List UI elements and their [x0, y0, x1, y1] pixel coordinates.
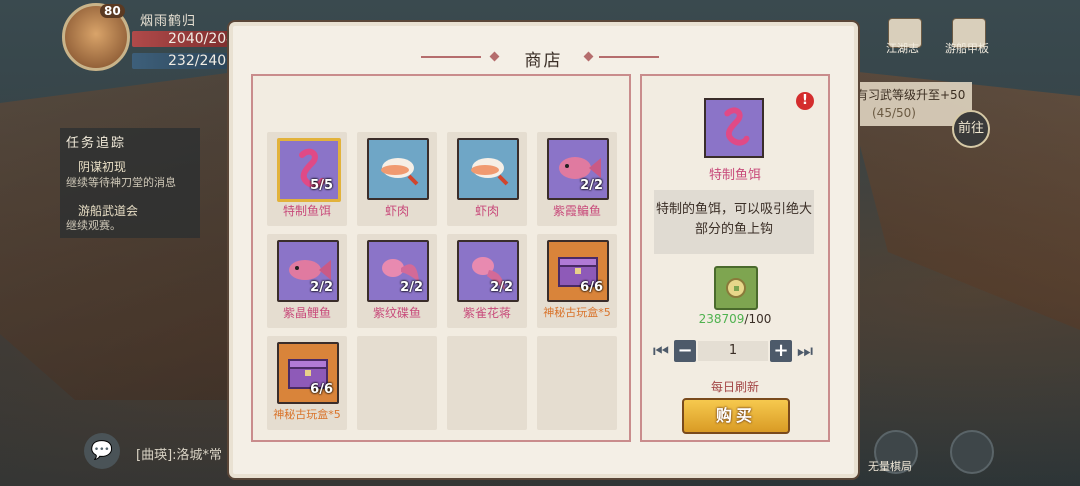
item-detail-panel: ! 特制鱼饵 特制的鱼饵，可以吸引绝大部分的鱼上钩 238709/100 ⏮ −…	[640, 74, 830, 442]
currency-have: 238709	[698, 312, 745, 326]
shop-item[interactable]: 虾肉	[447, 132, 527, 226]
item-name: 特制鱼饵	[282, 204, 331, 218]
item-stock: 5/5	[310, 178, 333, 193]
shop-title: 商店	[524, 51, 563, 71]
worm-icon	[704, 98, 764, 158]
currency-need: /100	[744, 312, 772, 326]
shrimp-icon	[367, 138, 429, 200]
item-stock: 2/2	[490, 280, 513, 295]
shrimp-icon	[457, 138, 519, 200]
deck-label: 游船甲板	[945, 42, 989, 55]
decrease-button[interactable]: −	[674, 340, 696, 362]
shop-item[interactable]: 6/6 神秘古玩盒*5	[267, 336, 347, 430]
min-quantity-icon[interactable]: ⏮	[652, 340, 670, 364]
chat-message[interactable]: [曲瑛]:洛城*常	[136, 444, 222, 463]
shop-item[interactable]: 5/5 特制鱼饵	[267, 132, 347, 226]
item-name: 紫晶鲤鱼	[282, 306, 331, 320]
chess-board-label[interactable]: 无量棋局	[868, 458, 912, 474]
detail-item-name: 特制鱼饵	[708, 168, 761, 183]
shop-item[interactable]: 2/2 紫霞鳊鱼	[537, 132, 617, 226]
goto-button[interactable]: 前往	[952, 110, 990, 148]
coin-icon	[714, 266, 758, 310]
item-stock: 6/6	[310, 382, 333, 397]
item-name: 神秘古玩盒*5	[543, 306, 611, 319]
item-name: 神秘古玩盒*5	[273, 408, 341, 421]
item-name: 虾肉	[474, 204, 499, 218]
chat-icon[interactable]: 💬	[84, 433, 120, 469]
max-quantity-icon[interactable]: ⏭	[796, 340, 814, 364]
empty-slot	[447, 336, 527, 430]
shop-item[interactable]: 2/2 紫纹碟鱼	[357, 234, 437, 328]
item-name: 紫霞鳊鱼	[552, 204, 601, 218]
increase-button[interactable]: +	[770, 340, 792, 362]
shop-dialog: 商店 5/5 特制鱼饵 虾肉 虾肉 2/2 紫霞鳊鱼 2/2 紫晶鲤鱼 2/2 …	[229, 22, 858, 478]
price-row: 238709/100	[642, 312, 828, 326]
item-name: 紫雀花蒋	[462, 306, 511, 320]
item-stock: 2/2	[400, 280, 423, 295]
quantity-value[interactable]: 1	[698, 341, 768, 361]
task-item-title[interactable]: 阴谋初现	[78, 158, 126, 175]
shop-item[interactable]: 虾肉	[357, 132, 437, 226]
player-name: 烟雨鹤归	[140, 14, 197, 29]
detail-item-desc: 特制的鱼饵，可以吸引绝大部分的鱼上钩	[654, 190, 814, 254]
item-name: 虾肉	[384, 204, 409, 218]
shop-item[interactable]: 6/6 神秘古玩盒*5	[537, 234, 617, 328]
item-name: 紫纹碟鱼	[372, 306, 421, 320]
shop-item[interactable]: 2/2 紫雀花蒋	[447, 234, 527, 328]
quest-hint-text: 有习武等级升至+50	[856, 88, 966, 102]
alert-icon[interactable]: !	[796, 92, 814, 110]
shop-item-grid: 5/5 特制鱼饵 虾肉 虾肉 2/2 紫霞鳊鱼 2/2 紫晶鲤鱼 2/2 紫纹碟…	[251, 74, 631, 442]
item-stock: 6/6	[580, 280, 603, 295]
buy-button[interactable]: 购买	[682, 398, 790, 434]
empty-slot	[537, 336, 617, 430]
title-ornament-right	[583, 51, 665, 62]
shop-item[interactable]: 2/2 紫晶鲤鱼	[267, 234, 347, 328]
menu-icon[interactable]	[950, 430, 994, 474]
empty-slot	[357, 336, 437, 430]
jianghu-record-label: 江湖志	[886, 42, 919, 55]
item-stock: 2/2	[310, 280, 333, 295]
refresh-note: 每日刷新	[710, 380, 759, 394]
item-stock: 2/2	[580, 178, 603, 193]
quest-hint-progress: (45/50)	[872, 106, 916, 120]
task-item-desc: 继续观赛。	[66, 219, 121, 232]
mp-value: 232/240	[168, 53, 227, 69]
task-tracker-title: 任务追踪	[66, 136, 127, 151]
task-item-desc: 继续等待神刀堂的消息	[66, 176, 176, 189]
quantity-stepper: ⏮ − 1 + ⏭	[642, 340, 828, 364]
player-level-badge: 80	[100, 4, 125, 18]
